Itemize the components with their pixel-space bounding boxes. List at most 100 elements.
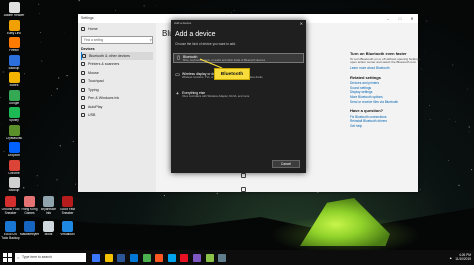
app-icon xyxy=(8,107,20,118)
sidebar-item[interactable]: Printers & scanners xyxy=(81,60,153,69)
sidebar-item[interactable]: Mouse xyxy=(81,69,153,78)
system-tray: ▲ 4:26 PM 11/10/2019 xyxy=(449,253,474,261)
bluetooth-icon: ▯ xyxy=(177,55,180,61)
taskbar-app-icon[interactable] xyxy=(193,253,202,262)
taskbar-app-icon[interactable] xyxy=(218,253,227,262)
network-icon[interactable]: ▲ xyxy=(449,256,452,260)
clock[interactable]: 4:26 PM 11/10/2019 xyxy=(455,253,471,261)
desktop-icon[interactable]: Mods xyxy=(39,221,58,237)
star xyxy=(56,179,58,181)
clock-date: 11/10/2019 xyxy=(455,256,471,261)
star xyxy=(216,192,218,195)
desktop-icon-label: Firefox xyxy=(9,49,19,52)
related-settings-heading: Related settings xyxy=(350,74,381,80)
dialog-titlebar: Add a device ✕ xyxy=(171,20,306,27)
sidebar-item[interactable]: Bluetooth & other devices xyxy=(81,51,153,60)
home-link[interactable]: Home xyxy=(81,25,153,34)
bluetooth-callout: Bluetooth xyxy=(214,68,250,80)
sidebar-item[interactable]: USB xyxy=(81,111,153,120)
app-icon xyxy=(8,89,20,101)
minimize-icon[interactable]: – xyxy=(382,14,394,23)
desktop-icon[interactable]: CrystalDisk xyxy=(1,124,27,141)
desktop-icon[interactable]: Firefox xyxy=(1,37,27,53)
star xyxy=(115,9,116,11)
star xyxy=(429,105,430,107)
taskbar-app-icon[interactable] xyxy=(180,253,189,262)
star xyxy=(466,88,468,90)
nav-icon xyxy=(81,70,85,75)
star xyxy=(455,121,457,123)
option-bluetooth[interactable]: ▯ Bluetooth Mice, keyboards, pens, or au… xyxy=(173,53,304,63)
cancel-button[interactable]: Cancel xyxy=(272,160,300,168)
star xyxy=(78,0,80,2)
related-links: Devices and printers Sound settings Displa… xyxy=(350,81,422,104)
desktop-icon[interactable]: Easy Link xyxy=(1,19,27,36)
desktop-icon[interactable]: Bryantside Info xyxy=(39,196,58,215)
taskbar: Type here to search ▲ 4:26 PM 11/10/2019 xyxy=(0,250,474,265)
desktop-icon[interactable]: Malwarebytes xyxy=(20,221,39,237)
nav-icon xyxy=(81,62,85,67)
desktop-icon[interactable]: VirtualBox xyxy=(58,221,77,237)
settings-title: Settings xyxy=(81,16,94,20)
desktop-icon[interactable]: Spotify xyxy=(1,107,27,123)
taskbar-app-icon[interactable] xyxy=(155,253,164,262)
desktop-icon[interactable]: Google xyxy=(1,89,27,106)
app-icon xyxy=(62,196,73,207)
start-button[interactable] xyxy=(3,253,12,262)
desktop-icon[interactable]: Hong Kong Games xyxy=(20,196,39,215)
question-heading: Have a question? xyxy=(350,108,384,114)
search-icon: ⚲ xyxy=(149,37,152,42)
app-icon xyxy=(62,221,73,232)
taskbar-app-icon[interactable] xyxy=(142,253,151,262)
desktop-icon[interactable]: Backup xyxy=(1,54,27,71)
sidebar-item-label: Typing xyxy=(88,87,99,92)
star xyxy=(38,3,40,5)
star xyxy=(40,41,42,43)
sidebar-item[interactable]: Typing xyxy=(81,86,153,95)
option-everything-else[interactable]: + Everything else Xbox controllers with … xyxy=(173,90,304,100)
desktop-icon[interactable]: Boxes xyxy=(1,72,27,88)
sidebar-item-label: Bluetooth & other devices xyxy=(89,53,130,58)
maximize-icon[interactable]: □ xyxy=(394,14,406,23)
taskbar-app-icon[interactable] xyxy=(130,253,139,262)
dialog-close-icon[interactable]: ✕ xyxy=(300,20,303,27)
star xyxy=(41,60,43,62)
taskbar-app-icon[interactable] xyxy=(117,253,126,262)
taskbar-app-icon[interactable] xyxy=(205,253,214,262)
desktop-icon[interactable]: Ground Fold Sneaker xyxy=(1,196,20,215)
dialog-heading: Add a device xyxy=(175,31,216,38)
settings-search-input[interactable]: Find a setting ⚲ xyxy=(81,35,153,44)
taskbar-app-icon[interactable] xyxy=(167,253,176,262)
desktop-icon[interactable]: Adobe Reader xyxy=(1,2,27,18)
taskbar-apps xyxy=(90,253,229,262)
taskbar-app-icon[interactable] xyxy=(104,253,113,262)
desktop-icon[interactable]: Dropbox xyxy=(1,142,27,158)
app-icon xyxy=(43,221,54,232)
desktop-icon-label: Dropbox xyxy=(7,154,21,157)
sidebar-item-label: Pen & Windows Ink xyxy=(88,96,120,101)
nav-icon xyxy=(81,113,85,118)
devices-section-title: Devices xyxy=(81,46,95,51)
star xyxy=(233,10,235,11)
close-icon[interactable]: ✕ xyxy=(406,14,418,23)
sidebar-item-label: Touchpad xyxy=(88,79,104,84)
sidebar-item[interactable]: Pen & Windows Ink xyxy=(81,94,153,103)
sidebar-item[interactable]: AutoPlay xyxy=(81,103,153,112)
desktop-icon-label: Bryantside Info xyxy=(40,208,57,215)
settings-search-placeholder: Find a setting xyxy=(84,37,104,42)
desktop-icon[interactable]: Backup xyxy=(1,177,27,193)
app-icon xyxy=(8,37,20,48)
taskbar-app-icon[interactable] xyxy=(92,253,101,262)
turn-on-heading: Turn on Bluetooth even faster xyxy=(350,51,407,56)
sidebar-item[interactable]: Touchpad xyxy=(81,77,153,86)
desktop-icon[interactable]: EASEUS Todo Backup xyxy=(1,221,20,240)
desktop-icon[interactable]: Chrome xyxy=(1,159,27,176)
star xyxy=(56,88,58,90)
sidebar-item-label: Printers & scanners xyxy=(88,62,120,67)
question-links: Fix Bluetooth connections Reinstall Bluet… xyxy=(350,115,422,129)
desktop-icon-label: VirtualBox xyxy=(60,233,75,236)
app-icon xyxy=(8,142,20,153)
desktop-icon[interactable]: Good Fast Sneaker xyxy=(58,196,77,215)
help-link[interactable]: Get help xyxy=(350,124,422,129)
taskbar-search-input[interactable]: Type here to search xyxy=(15,253,86,262)
